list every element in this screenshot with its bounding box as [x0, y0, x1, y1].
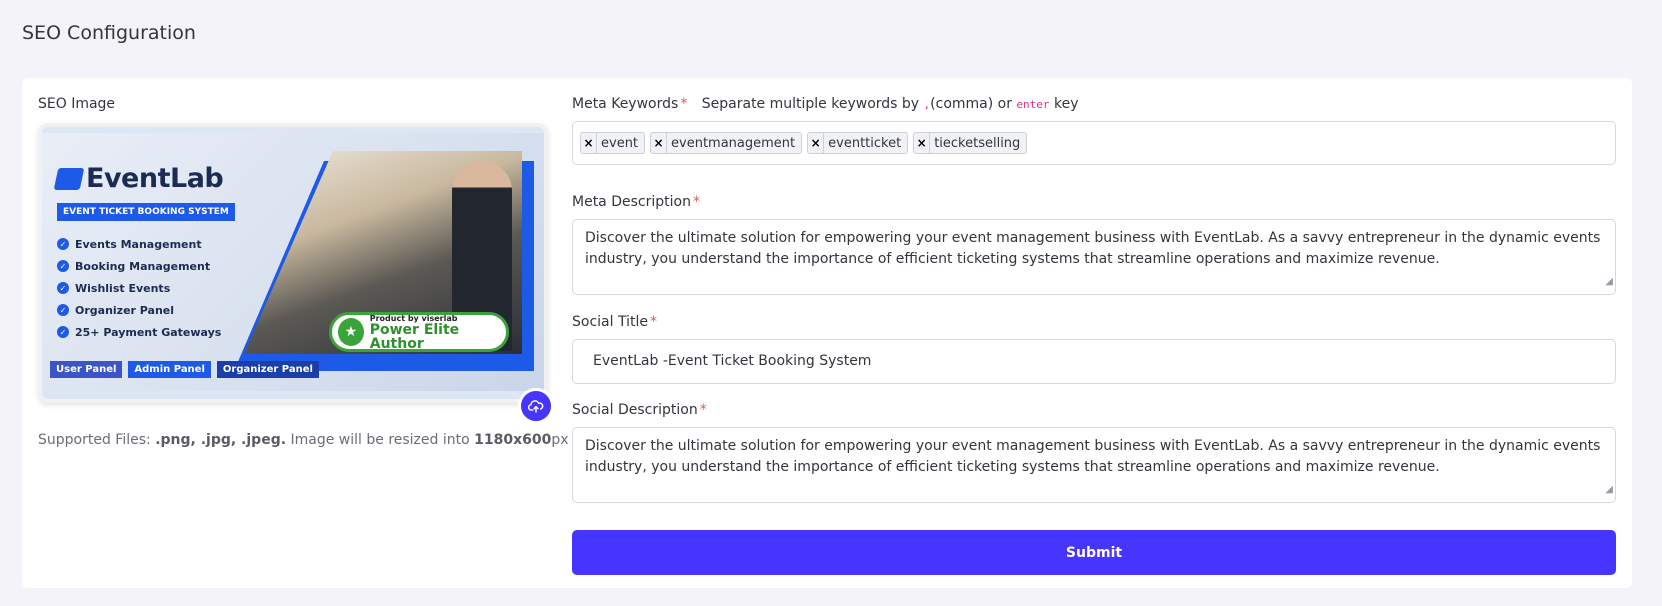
panel-tag: Organizer Panel: [216, 361, 319, 378]
image-upload-button[interactable]: [518, 388, 554, 424]
social-description-label: Social Description *: [572, 402, 707, 418]
brand-logo: EventLab: [53, 163, 224, 194]
check-icon: ✓: [57, 238, 69, 250]
submit-button[interactable]: Submit: [572, 530, 1616, 575]
remove-tag-icon[interactable]: ×: [651, 133, 668, 153]
meta-keywords-label: Meta Keywords * Separate multiple keyword…: [572, 96, 1079, 112]
resize-handle[interactable]: ◢: [1605, 479, 1613, 500]
social-title-label: Social Title *: [572, 314, 657, 330]
feature-item: ✓ Organizer Panel: [57, 299, 221, 321]
keyword-tag: × event: [580, 132, 646, 154]
banner-tagline: EVENT TICKET BOOKING SYSTEM: [57, 203, 235, 221]
remove-tag-icon[interactable]: ×: [808, 133, 825, 153]
meta-form: Meta Keywords * Separate multiple keyword…: [572, 96, 1616, 575]
keyword-tag: × eventticket: [807, 132, 909, 154]
panel-tag: User Panel: [50, 361, 123, 378]
feature-item: ✓ Booking Management: [57, 255, 221, 277]
feature-list: ✓ Events Management ✓ Booking Management ✓…: [57, 233, 221, 343]
check-icon: ✓: [57, 326, 69, 338]
keyword-tag: × tiecketselling: [913, 132, 1028, 154]
check-icon: ✓: [57, 260, 69, 272]
brand-name: EventLab: [86, 163, 224, 194]
remove-tag-icon[interactable]: ×: [581, 133, 597, 153]
panel-tag: Admin Panel: [128, 361, 211, 378]
keyword-tag: × eventmanagement: [650, 132, 803, 154]
meta-keywords-input[interactable]: × event × eventmanagement × eventticket × ti…: [572, 121, 1616, 165]
meta-description-label: Meta Description *: [572, 194, 700, 210]
seo-image-label: SEO Image: [38, 96, 116, 112]
award-icon: ★: [338, 318, 364, 346]
meta-description-textarea[interactable]: Discover the ultimate solution for empow…: [572, 219, 1616, 295]
page-title: SEO Configuration: [22, 22, 196, 44]
social-description-textarea[interactable]: Discover the ultimate solution for empow…: [572, 427, 1616, 503]
ticket-icon: [53, 167, 85, 190]
resize-handle[interactable]: ◢: [1605, 271, 1613, 292]
panel-tags: User Panel Admin Panel Organizer Panel: [50, 361, 319, 378]
seo-image-preview: EventLab EVENT TICKET BOOKING SYSTEM ✓ Ev…: [38, 123, 548, 403]
feature-item: ✓ Wishlist Events: [57, 277, 221, 299]
cloud-upload-icon: [528, 400, 544, 413]
remove-tag-icon[interactable]: ×: [914, 133, 931, 153]
feature-item: ✓ 25+ Payment Gateways: [57, 321, 221, 343]
seo-config-card: SEO Image EventLab EVENT TICKET BOOKING …: [22, 78, 1632, 588]
power-elite-badge: ★ Product by viserlab Power Elite Author: [329, 312, 509, 352]
supported-files-text: Supported Files: .png, .jpg, .jpeg. Imag…: [38, 432, 569, 448]
feature-item: ✓ Events Management: [57, 233, 221, 255]
keywords-help: Separate multiple keywords by ,(comma) o…: [701, 96, 1079, 112]
check-icon: ✓: [57, 282, 69, 294]
check-icon: ✓: [57, 304, 69, 316]
seo-banner-image: EventLab EVENT TICKET BOOKING SYSTEM ✓ Ev…: [42, 133, 544, 391]
social-title-input[interactable]: EventLab -Event Ticket Booking System: [572, 339, 1616, 384]
badge-big-text: Power Elite Author: [369, 321, 460, 352]
seo-image-section: SEO Image EventLab EVENT TICKET BOOKING …: [38, 96, 569, 448]
